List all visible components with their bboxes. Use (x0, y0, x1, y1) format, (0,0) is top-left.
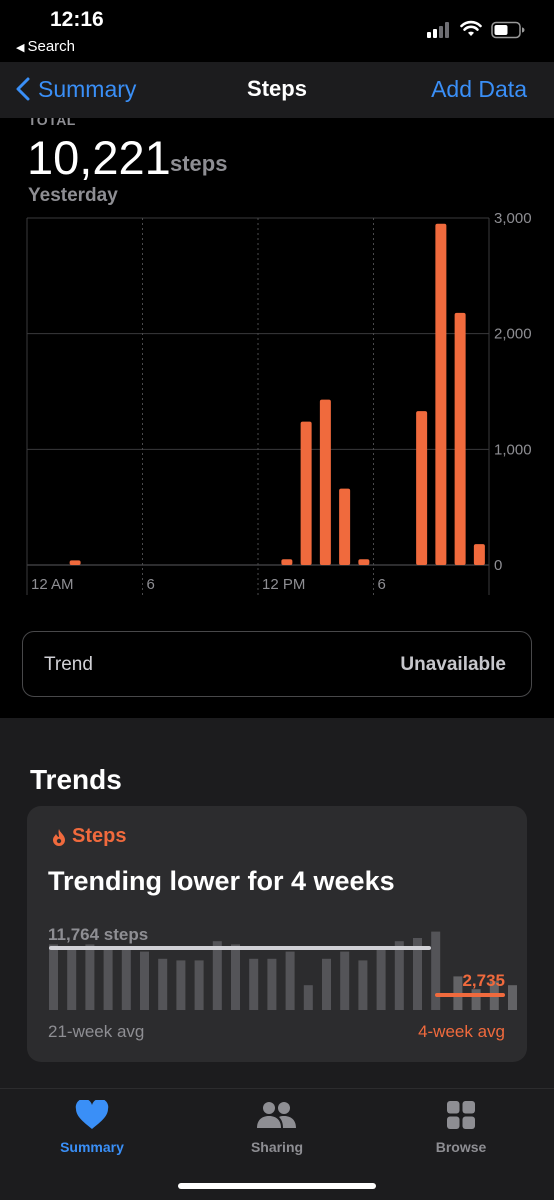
chart-bar (473, 544, 485, 565)
trend-week-bar (158, 958, 168, 1010)
short-avg-value: 2,735 (462, 971, 505, 990)
steps-trend-card[interactable]: Steps Trending lower for 4 weeks 11,764 … (27, 806, 527, 1062)
back-summary-button[interactable]: Summary (16, 74, 136, 104)
chart-y-tick-label: 3,000 (494, 210, 532, 227)
chart-x-tick-label: 6 (147, 576, 155, 593)
trend-week-bar (267, 958, 277, 1010)
chart-bar (339, 488, 351, 565)
short-avg-label: 4-week avg (418, 1022, 505, 1041)
trend-week-bar (67, 946, 77, 1010)
total-value: 10,221 (27, 131, 171, 184)
trend-week-bar (194, 960, 204, 1010)
tab-summary-label: Summary (60, 1139, 124, 1155)
trend-week-bar (394, 941, 404, 1010)
home-indicator (178, 1183, 376, 1189)
trend-week-bar (431, 931, 441, 1010)
trend-week-bar (285, 951, 295, 1010)
trend-week-bar (249, 958, 259, 1010)
trends-title: Trends (30, 764, 122, 795)
trend-week-bar (85, 944, 95, 1010)
status-back-link[interactable]: ◀ Search (16, 38, 75, 55)
battery-icon (491, 21, 525, 39)
chart-bar (454, 312, 466, 565)
trend-week-bar (358, 960, 368, 1010)
trend-week-bar (212, 941, 222, 1010)
grid-icon (401, 1099, 521, 1131)
trend-week-bar (376, 949, 386, 1010)
trend-week-bar (103, 949, 113, 1010)
long-avg-value: 11,764 steps (48, 925, 149, 944)
trend-week-bar (340, 951, 350, 1010)
add-data-button[interactable]: Add Data (431, 76, 527, 103)
heart-icon (32, 1099, 152, 1131)
cellular-signal-icon (427, 22, 453, 38)
wifi-icon (460, 20, 482, 36)
trend-week-bar (140, 951, 149, 1010)
chart-bar (300, 421, 312, 565)
trend-row[interactable]: Trend Unavailable (22, 631, 532, 697)
chart-x-tick-label: 6 (378, 576, 386, 593)
trend-week-bar (508, 985, 517, 1010)
chart-x-tick-label: 12 AM (31, 576, 74, 593)
navigation-bar: Summary Steps Add Data (0, 62, 554, 118)
long-avg-label: 21-week avg (48, 1022, 145, 1041)
tab-browse-label: Browse (435, 1139, 487, 1155)
tab-browse[interactable]: Browse (401, 1099, 521, 1155)
chart-y-tick-label: 1,000 (494, 441, 532, 458)
back-label: Summary (38, 75, 137, 102)
tab-sharing-label: Sharing (250, 1139, 304, 1155)
tab-summary[interactable]: Summary (32, 1099, 152, 1155)
trend-week-bar (121, 949, 131, 1010)
chevron-left-icon (16, 77, 30, 101)
chart-bar (281, 559, 293, 565)
chart-bar (358, 559, 370, 565)
trend-week-bar (303, 985, 313, 1010)
tab-sharing[interactable]: Sharing (217, 1099, 337, 1155)
back-triangle-icon: ◀ (16, 42, 25, 54)
trend-week-bar (176, 960, 186, 1010)
chart-bar (435, 223, 447, 565)
chart-bar (69, 560, 81, 565)
chart-y-tick-label: 2,000 (494, 326, 532, 343)
trend-value: Unavailable (400, 654, 506, 675)
trend-week-bar (322, 958, 331, 1010)
chart-bar (319, 399, 331, 565)
trend-week-bar (231, 944, 240, 1010)
total-date: Yesterday (28, 185, 118, 206)
status-back-label: Search (27, 38, 75, 55)
chart-bar (416, 411, 428, 565)
steps-chart[interactable]: 12 AM 6 12 PM 6 3,000 2,000 1,000 0 (0, 205, 554, 600)
total-unit: steps (170, 151, 228, 176)
trend-week-bar (471, 989, 481, 1010)
people-icon (217, 1099, 337, 1131)
trend-week-bar (49, 944, 58, 1010)
chart-y-tick-label: 0 (494, 557, 502, 574)
chart-x-tick-label: 12 PM (262, 576, 305, 593)
trend-label: Trend (44, 654, 93, 675)
status-time: 12:16 (50, 8, 104, 31)
